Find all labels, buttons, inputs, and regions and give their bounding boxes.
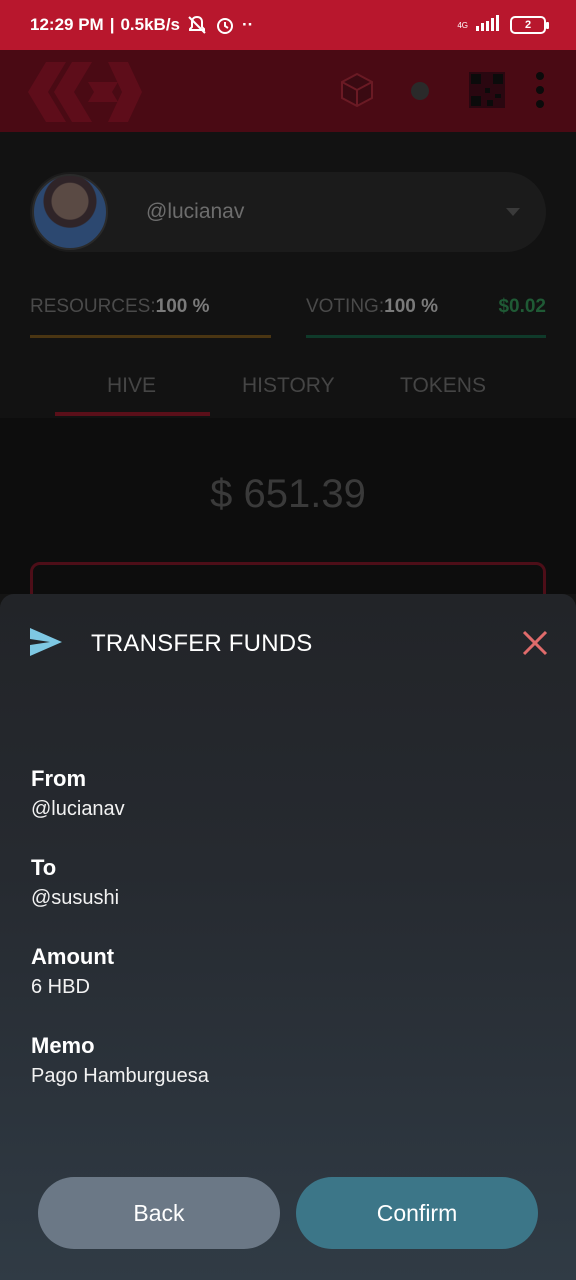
tab-history[interactable]: HISTORY xyxy=(242,374,335,398)
account-username: @lucianav xyxy=(146,200,245,223)
voting-label: VOTING: xyxy=(306,296,385,317)
alarm-icon xyxy=(214,14,236,36)
overflow-menu-icon[interactable] xyxy=(536,72,544,108)
memo-label: Memo xyxy=(31,1033,95,1058)
from-field: From @lucianav xyxy=(31,766,125,821)
more-notifications-icon: ·· xyxy=(242,15,254,34)
app-bar xyxy=(0,50,576,132)
voting-bar xyxy=(306,335,546,338)
back-button[interactable]: Back xyxy=(38,1177,280,1249)
signal-icon xyxy=(476,14,502,36)
to-field: To @susushi xyxy=(31,855,119,910)
from-label: From xyxy=(31,766,86,791)
qr-code-icon[interactable] xyxy=(469,72,505,113)
wallet-background: @lucianav RESOURCES:100 % VOTING:100 % $… xyxy=(0,132,576,622)
battery-icon: 2 xyxy=(510,16,549,34)
vote-value: $0.02 xyxy=(498,296,546,317)
amount-field: Amount 6 HBD xyxy=(31,944,114,999)
close-icon[interactable] xyxy=(522,630,548,661)
to-label: To xyxy=(31,855,57,880)
battery-level: 2 xyxy=(524,19,532,31)
resources-bar xyxy=(30,335,271,338)
transfer-sheet: TRANSFER FUNDS From @lucianav To @susush… xyxy=(0,594,576,1280)
status-dot-icon[interactable] xyxy=(411,82,429,100)
from-value: @lucianav xyxy=(31,798,125,820)
status-separator: | xyxy=(109,15,115,34)
avatar xyxy=(32,174,108,250)
resources-label: RESOURCES: xyxy=(30,296,156,317)
status-speed: 0.5kB/s xyxy=(120,15,181,34)
sheet-header: TRANSFER FUNDS xyxy=(0,594,576,694)
account-selector[interactable]: @lucianav xyxy=(30,172,546,252)
confirm-button[interactable]: Confirm xyxy=(296,1177,538,1249)
cube-icon[interactable] xyxy=(340,72,374,113)
wallet-balance: $ 651.39 xyxy=(210,472,366,516)
mute-icon xyxy=(186,14,208,36)
memo-value: Pago Hamburguesa xyxy=(31,1065,209,1087)
hive-logo-icon[interactable] xyxy=(28,62,142,127)
tab-hive[interactable]: HIVE xyxy=(107,374,156,398)
tab-tokens[interactable]: TOKENS xyxy=(400,374,486,398)
amount-label: Amount xyxy=(31,944,115,969)
network-type: 4G xyxy=(457,20,468,30)
send-icon xyxy=(30,628,62,661)
amount-value: 6 HBD xyxy=(31,976,90,998)
wallet-tabs: HIVE HISTORY TOKENS xyxy=(0,366,576,418)
status-time: 12:29 PM xyxy=(30,15,104,34)
voting-value: 100 % xyxy=(384,296,438,317)
chevron-down-icon xyxy=(506,208,520,216)
to-value: @susushi xyxy=(31,887,120,909)
memo-field: Memo Pago Hamburguesa xyxy=(31,1033,209,1088)
resources-value: 100 % xyxy=(155,296,210,317)
sheet-title: TRANSFER FUNDS xyxy=(91,630,313,657)
status-bar: 12:29 PM | 0.5kB/s ·· 4G 2 xyxy=(0,0,576,50)
resources-meter: RESOURCES:100 % xyxy=(30,296,210,318)
voting-meter: VOTING:100 % xyxy=(306,296,438,318)
active-tab-indicator xyxy=(55,412,210,416)
